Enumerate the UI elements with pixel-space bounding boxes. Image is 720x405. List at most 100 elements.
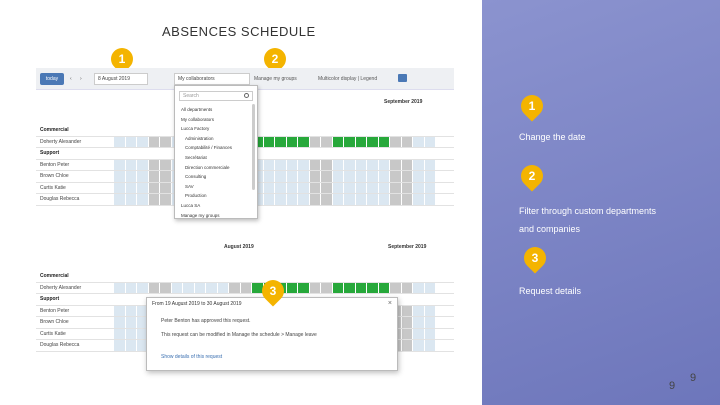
- day-cell[interactable]: [367, 182, 378, 193]
- day-cell[interactable]: [378, 136, 389, 147]
- day-cell[interactable]: [160, 136, 171, 147]
- day-cell[interactable]: [355, 182, 366, 193]
- day-cell[interactable]: [401, 317, 412, 328]
- day-cell[interactable]: [229, 282, 240, 293]
- day-cell[interactable]: [286, 194, 297, 205]
- day-cell[interactable]: [160, 171, 171, 182]
- day-cell[interactable]: [321, 136, 332, 147]
- day-cell[interactable]: [148, 282, 159, 293]
- day-cell[interactable]: [309, 194, 320, 205]
- day-cell[interactable]: [378, 159, 389, 170]
- day-cell[interactable]: [332, 159, 343, 170]
- day-cell[interactable]: [114, 340, 125, 351]
- day-cell[interactable]: [275, 171, 286, 182]
- day-cell[interactable]: [390, 136, 401, 147]
- day-cell[interactable]: [286, 182, 297, 193]
- dropdown-item[interactable]: Comptabilité / Finances: [185, 145, 232, 150]
- day-cell[interactable]: [114, 194, 125, 205]
- day-cell[interactable]: [344, 194, 355, 205]
- dropdown-item[interactable]: Administration: [185, 136, 214, 141]
- day-cell[interactable]: [125, 194, 136, 205]
- day-cell[interactable]: [137, 171, 148, 182]
- day-cell[interactable]: [240, 282, 251, 293]
- day-cell[interactable]: [424, 159, 435, 170]
- day-cell[interactable]: [367, 159, 378, 170]
- day-cell[interactable]: [114, 182, 125, 193]
- day-cell[interactable]: [413, 171, 424, 182]
- day-cell[interactable]: [424, 136, 435, 147]
- day-cell[interactable]: [217, 282, 228, 293]
- day-cell[interactable]: [263, 159, 274, 170]
- day-cell[interactable]: [424, 305, 435, 316]
- day-cell[interactable]: [137, 136, 148, 147]
- day-cell[interactable]: [378, 194, 389, 205]
- day-cell[interactable]: [401, 171, 412, 182]
- day-cell[interactable]: [332, 194, 343, 205]
- day-cell[interactable]: [309, 171, 320, 182]
- day-cell[interactable]: [424, 171, 435, 182]
- day-cell[interactable]: [424, 282, 435, 293]
- day-cell[interactable]: [390, 282, 401, 293]
- day-cell[interactable]: [355, 136, 366, 147]
- day-cell[interactable]: [125, 282, 136, 293]
- day-cell[interactable]: [137, 159, 148, 170]
- day-cell[interactable]: [355, 171, 366, 182]
- day-cell[interactable]: [413, 340, 424, 351]
- day-cell[interactable]: [413, 182, 424, 193]
- day-cell[interactable]: [286, 171, 297, 182]
- day-cell[interactable]: [378, 171, 389, 182]
- day-cell[interactable]: [355, 194, 366, 205]
- day-cell[interactable]: [367, 194, 378, 205]
- day-cell[interactable]: [206, 282, 217, 293]
- day-cell[interactable]: [125, 159, 136, 170]
- day-cell[interactable]: [114, 171, 125, 182]
- day-cell[interactable]: [413, 282, 424, 293]
- dropdown-item[interactable]: Secrétariat: [185, 155, 207, 160]
- day-cell[interactable]: [401, 340, 412, 351]
- day-cell[interactable]: [298, 194, 309, 205]
- day-cell[interactable]: [286, 159, 297, 170]
- day-cell[interactable]: [309, 159, 320, 170]
- day-cell[interactable]: [390, 171, 401, 182]
- day-cell[interactable]: [424, 317, 435, 328]
- day-cell[interactable]: [355, 159, 366, 170]
- day-cell[interactable]: [263, 194, 274, 205]
- day-cell[interactable]: [413, 317, 424, 328]
- day-cell[interactable]: [137, 194, 148, 205]
- day-cell[interactable]: [367, 136, 378, 147]
- day-cell[interactable]: [275, 194, 286, 205]
- dropdown-item[interactable]: Lucca SA: [181, 203, 200, 208]
- day-cell[interactable]: [413, 305, 424, 316]
- day-cell[interactable]: [390, 159, 401, 170]
- day-cell[interactable]: [160, 282, 171, 293]
- day-cell[interactable]: [298, 136, 309, 147]
- day-cell[interactable]: [413, 136, 424, 147]
- dropdown-item[interactable]: Direction commerciale: [185, 165, 230, 170]
- day-cell[interactable]: [401, 282, 412, 293]
- day-cell[interactable]: [125, 136, 136, 147]
- day-cell[interactable]: [263, 136, 274, 147]
- day-cell[interactable]: [390, 194, 401, 205]
- day-cell[interactable]: [367, 282, 378, 293]
- day-cell[interactable]: [378, 182, 389, 193]
- dropdown-item[interactable]: Lucca Factory: [181, 126, 209, 131]
- day-cell[interactable]: [401, 136, 412, 147]
- dropdown-item[interactable]: Consulting: [185, 174, 206, 179]
- day-cell[interactable]: [424, 340, 435, 351]
- day-cell[interactable]: [298, 182, 309, 193]
- day-cell[interactable]: [263, 171, 274, 182]
- day-cell[interactable]: [378, 282, 389, 293]
- close-icon[interactable]: ×: [388, 300, 392, 307]
- day-cell[interactable]: [401, 305, 412, 316]
- day-cell[interactable]: [114, 328, 125, 339]
- day-cell[interactable]: [367, 171, 378, 182]
- day-cell[interactable]: [148, 182, 159, 193]
- day-cell[interactable]: [137, 182, 148, 193]
- day-cell[interactable]: [401, 159, 412, 170]
- dropdown-scrollbar[interactable]: [252, 104, 255, 190]
- day-cell[interactable]: [344, 182, 355, 193]
- day-cell[interactable]: [148, 171, 159, 182]
- day-cell[interactable]: [137, 282, 148, 293]
- day-cell[interactable]: [286, 136, 297, 147]
- day-cell[interactable]: [401, 194, 412, 205]
